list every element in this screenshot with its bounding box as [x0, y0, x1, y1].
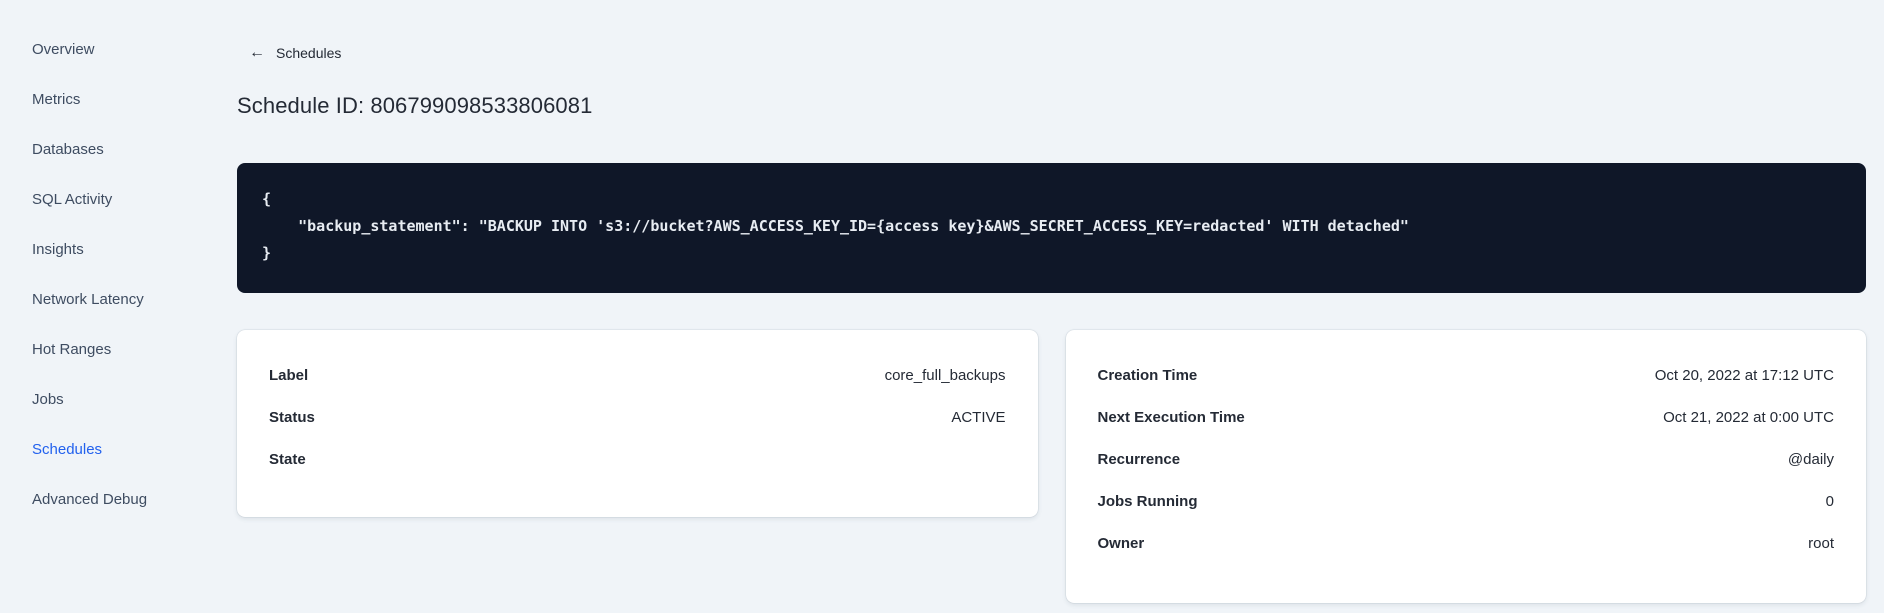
row-value: Oct 20, 2022 at 17:12 UTC: [1654, 366, 1834, 384]
meta-row-creation-time: Creation Time Oct 20, 2022 at 17:12 UTC: [1066, 354, 1867, 396]
sidebar-item-insights[interactable]: Insights: [0, 224, 200, 274]
row-label: Next Execution Time: [1097, 408, 1245, 426]
row-value: 0: [1825, 492, 1834, 510]
row-label: Label: [269, 366, 309, 384]
row-value: core_full_backups: [884, 366, 1006, 384]
meta-row-owner: Owner root: [1066, 522, 1867, 564]
detail-row-state: State: [237, 438, 1038, 480]
back-link[interactable]: ← Schedules: [237, 43, 1866, 62]
detail-cards: Label core_full_backups Status ACTIVE St…: [237, 330, 1866, 603]
schedule-detail-page: Overview Metrics Databases SQL Activity …: [0, 0, 1884, 613]
sidebar-item-sql-activity[interactable]: SQL Activity: [0, 174, 200, 224]
sidebar-item-jobs[interactable]: Jobs: [0, 374, 200, 424]
row-label: Owner: [1097, 534, 1145, 552]
code-line: {: [262, 190, 272, 208]
code-line: "backup_statement": "BACKUP INTO 's3://b…: [262, 217, 1409, 235]
schedule-meta-card: Creation Time Oct 20, 2022 at 17:12 UTC …: [1065, 330, 1867, 603]
back-link-label: Schedules: [276, 44, 342, 61]
row-value: @daily: [1787, 450, 1834, 468]
sidebar-item-databases[interactable]: Databases: [0, 124, 200, 174]
sidebar-item-hot-ranges[interactable]: Hot Ranges: [0, 324, 200, 374]
row-label: State: [269, 450, 306, 468]
sidebar-item-overview[interactable]: Overview: [0, 24, 200, 74]
code-line: }: [262, 244, 272, 262]
sidebar-item-network-latency[interactable]: Network Latency: [0, 274, 200, 324]
sidebar-item-schedules[interactable]: Schedules: [0, 424, 200, 474]
back-arrow-icon: ←: [249, 43, 265, 61]
meta-row-recurrence: Recurrence @daily: [1066, 438, 1867, 480]
meta-row-jobs-running: Jobs Running 0: [1066, 480, 1867, 522]
row-label: Jobs Running: [1097, 492, 1198, 510]
row-value: Oct 21, 2022 at 0:00 UTC: [1663, 408, 1834, 426]
sidebar-item-advanced-debug[interactable]: Advanced Debug: [0, 474, 200, 524]
row-value: ACTIVE: [951, 408, 1006, 426]
detail-row-label: Label core_full_backups: [237, 354, 1038, 396]
row-label: Creation Time: [1097, 366, 1198, 384]
sidebar-nav: Overview Metrics Databases SQL Activity …: [0, 24, 200, 524]
meta-row-next-execution-time: Next Execution Time Oct 21, 2022 at 0:00…: [1066, 396, 1867, 438]
row-label: Status: [269, 408, 315, 426]
page-title: Schedule ID: 806799098533806081: [237, 93, 593, 118]
main-content: ← Schedules Schedule ID: 806799098533806…: [237, 0, 1866, 603]
schedule-definition-code: { "backup_statement": "BACKUP INTO 's3:/…: [237, 163, 1866, 293]
row-value: root: [1808, 534, 1834, 552]
detail-row-status: Status ACTIVE: [237, 396, 1038, 438]
schedule-details-card: Label core_full_backups Status ACTIVE St…: [237, 330, 1038, 517]
row-label: Recurrence: [1097, 450, 1181, 468]
sidebar-item-metrics[interactable]: Metrics: [0, 74, 200, 124]
